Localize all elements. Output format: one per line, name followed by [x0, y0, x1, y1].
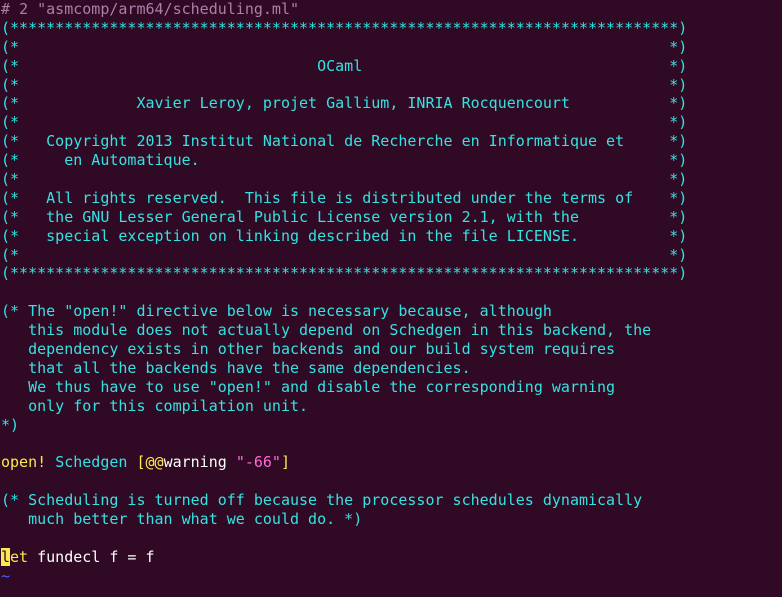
- let-binding: fundecl f = f: [28, 547, 155, 566]
- header-filename: "asmcomp/arm64/scheduling.ml": [37, 0, 300, 18]
- comment-line: (* The "open!" directive below is necess…: [1, 302, 552, 321]
- comment-line: this module does not actually depend on …: [1, 321, 652, 340]
- attribute-string: "-66": [235, 453, 281, 472]
- let-statement-line: let fundecl f = f: [0, 547, 782, 567]
- license-line: (***************************************…: [1, 264, 688, 283]
- license-line: (* All rights reserved. This file is dis…: [1, 188, 688, 207]
- let-keyword-rest: et: [10, 547, 29, 566]
- license-line: (***************************************…: [1, 18, 688, 37]
- license-line: (* *): [1, 245, 688, 264]
- license-line: (* special exception on linking describe…: [1, 226, 688, 245]
- attribute-name: warning: [163, 453, 227, 472]
- license-line: (* Xavier Leroy, projet Gallium, INRIA R…: [1, 94, 688, 113]
- comment-line: that all the backends have the same depe…: [1, 358, 471, 377]
- comment-line: dependency exists in other backends and …: [1, 340, 616, 359]
- license-line: (* Copyright 2013 Institut National de R…: [1, 132, 688, 151]
- file-header-line: # 2 "asmcomp/arm64/scheduling.ml": [0, 0, 782, 19]
- header-hash: #: [1, 0, 11, 18]
- comment-line: much better than what we could do. *): [1, 510, 363, 529]
- license-line: (* OCaml *): [1, 56, 688, 75]
- comment-line: *): [1, 415, 20, 434]
- license-line: (* *): [1, 75, 688, 94]
- open-keyword: open!: [1, 453, 47, 472]
- license-line: (* the GNU Lesser General Public License…: [1, 207, 688, 226]
- module-name: Schedgen: [55, 453, 128, 472]
- text-cursor[interactable]: l: [1, 547, 11, 566]
- terminal-editor[interactable]: # 2 "asmcomp/arm64/scheduling.ml" (*****…: [0, 0, 782, 597]
- attribute-open: [@@: [136, 453, 164, 472]
- open-statement-line: open! Schedgen [@@warning "-66"]: [0, 453, 782, 472]
- license-line: (* *): [1, 170, 688, 189]
- empty-buffer-tilde: ~: [1, 566, 11, 585]
- license-line: (* en Automatique. *): [1, 151, 688, 170]
- comment-line: only for this compilation unit.: [1, 396, 309, 415]
- comment-line: (* Scheduling is turned off because the …: [1, 491, 643, 510]
- header-line-number: 2: [19, 0, 29, 18]
- license-line: (* *): [1, 37, 688, 56]
- license-line: (* *): [1, 113, 688, 132]
- attribute-close: ]: [280, 453, 290, 472]
- comment-line: We thus have to use "open!" and disable …: [1, 377, 616, 396]
